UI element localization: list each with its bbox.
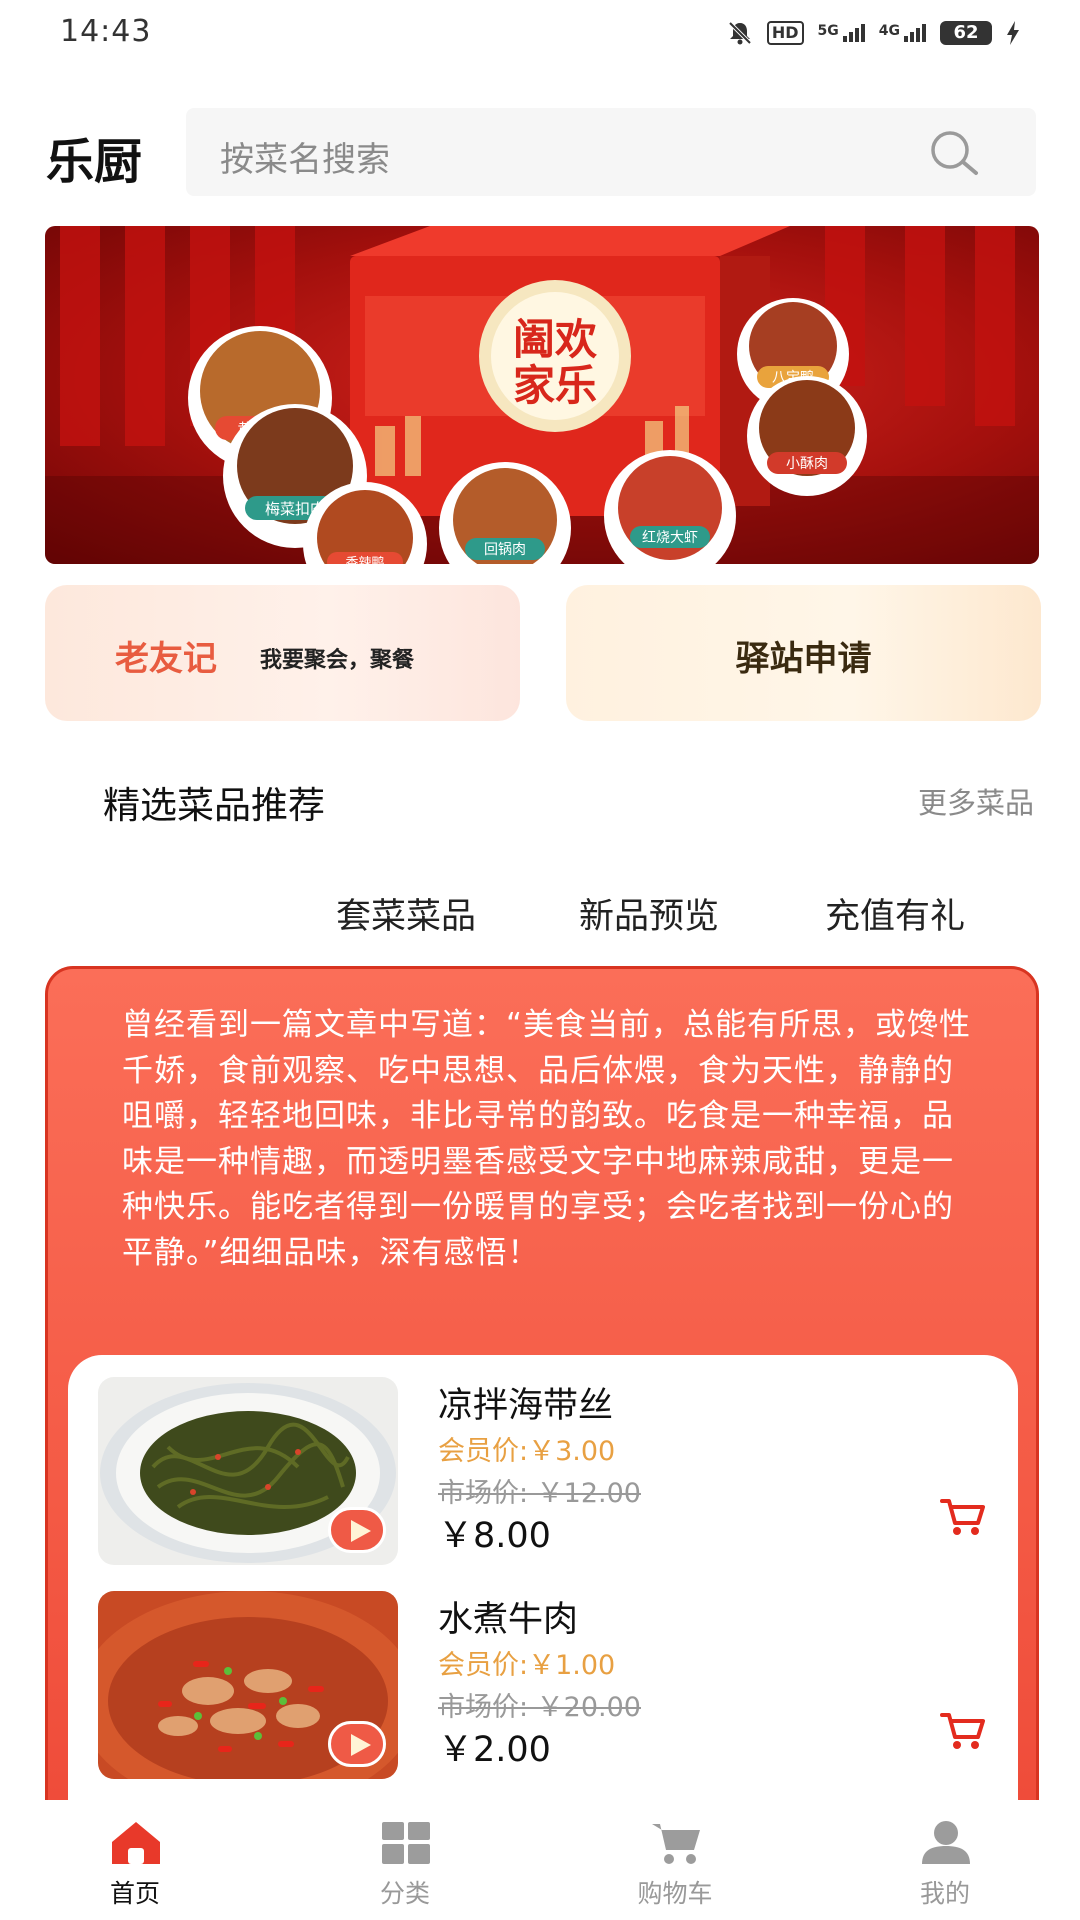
svg-text:红烧大虾: 红烧大虾 bbox=[642, 530, 698, 546]
signal-5g-icon: 5G bbox=[818, 24, 865, 42]
banner-illustration: 阖欢 家乐 黄焖鸡 梅菜扣肉 bbox=[45, 226, 1039, 564]
user-icon bbox=[922, 1821, 970, 1864]
promo-banner[interactable]: 阖欢 家乐 黄焖鸡 梅菜扣肉 bbox=[45, 226, 1039, 564]
svg-text:香辣鸭: 香辣鸭 bbox=[345, 556, 384, 564]
hd-icon: HD bbox=[766, 21, 804, 45]
play-video-icon[interactable] bbox=[328, 1721, 386, 1767]
friends-gathering-title: 老友记 bbox=[115, 639, 217, 679]
home-icon bbox=[112, 1822, 160, 1864]
product-image[interactable] bbox=[98, 1377, 398, 1565]
charging-icon bbox=[1007, 21, 1019, 45]
friends-gathering-subtitle: 我要聚会，聚餐 bbox=[260, 648, 415, 673]
tab-recharge-gift[interactable]: 充值有礼 bbox=[825, 888, 965, 939]
product-price: ￥8.00 bbox=[438, 1516, 551, 1556]
grid-icon bbox=[382, 1822, 430, 1864]
svg-text:小酥肉: 小酥肉 bbox=[786, 456, 828, 472]
battery-icon: 62 bbox=[940, 21, 992, 45]
mute-bell-icon bbox=[728, 21, 752, 45]
product-image[interactable] bbox=[98, 1591, 398, 1779]
friends-gathering-card[interactable]: 老友记 我要聚会，聚餐 bbox=[45, 585, 520, 721]
market-price: 市场价: ￥12.00 bbox=[438, 1478, 641, 1509]
nav-home[interactable]: 首页 bbox=[0, 1800, 270, 1920]
market-price: 市场价: ￥20.00 bbox=[438, 1692, 641, 1723]
search-placeholder: 按菜名搜索 bbox=[220, 140, 390, 180]
banner-box-text-1: 阖欢 bbox=[513, 315, 598, 364]
nav-mine-label: 我的 bbox=[919, 1879, 970, 1908]
svg-text:回锅肉: 回锅肉 bbox=[484, 542, 526, 558]
product-name: 水煮牛肉 bbox=[438, 1600, 579, 1640]
product-name: 凉拌海带丝 bbox=[438, 1386, 614, 1426]
cart-icon bbox=[652, 1824, 700, 1864]
banner-box-text-2: 家乐 bbox=[513, 361, 597, 410]
banner-bowl-4: 小酥肉 bbox=[747, 376, 867, 496]
nav-category[interactable]: 分类 bbox=[270, 1800, 540, 1920]
play-video-icon[interactable] bbox=[328, 1507, 386, 1553]
add-to-cart-icon[interactable] bbox=[940, 1497, 986, 1537]
member-price: 会员价:￥3.00 bbox=[438, 1436, 616, 1467]
station-apply-card[interactable]: 驿站申请 bbox=[566, 585, 1041, 721]
header: 乐厨 按菜名搜索 bbox=[0, 106, 1080, 196]
nav-home-label: 首页 bbox=[109, 1879, 160, 1908]
station-apply-title: 驿站申请 bbox=[735, 639, 872, 679]
food-quote: 曾经看到一篇文章中写道：“美食当前，总能有所思，或馋性千娇，食前观察、吃中思想、… bbox=[122, 1007, 972, 1271]
tab-new-preview[interactable]: 新品预览 bbox=[579, 888, 719, 939]
recommend-panel: 曾经看到一篇文章中写道：“美食当前，总能有所思，或馋性千娇，食前观察、吃中思想、… bbox=[45, 966, 1039, 1846]
add-to-cart-icon[interactable] bbox=[940, 1711, 986, 1751]
nav-mine[interactable]: 我的 bbox=[810, 1800, 1080, 1920]
product-item[interactable]: 凉拌海带丝 会员价:￥3.00 市场价: ￥12.00 ￥8.00 bbox=[98, 1377, 998, 1567]
search-icon[interactable] bbox=[926, 128, 982, 178]
status-icons: HD 5G 4G 62 bbox=[727, 18, 1020, 48]
bottom-nav: 首页 分类 购物车 我的 bbox=[0, 1800, 1080, 1920]
status-time: 14:43 bbox=[60, 14, 152, 49]
app-screen: 14:43 HD 5G 4G 62 乐厨 按菜名搜索 阖欢 家乐 梅菜扣肉 小酥… bbox=[0, 0, 1080, 1920]
product-list: 凉拌海带丝 会员价:￥3.00 市场价: ￥12.00 ￥8.00 水煮牛肉 会… bbox=[68, 1355, 1018, 1846]
app-title: 乐厨 bbox=[46, 134, 143, 190]
search-input[interactable]: 按菜名搜索 bbox=[186, 108, 1036, 196]
status-bar: 14:43 HD 5G 4G 62 bbox=[0, 0, 1080, 66]
tab-set-dishes[interactable]: 套菜菜品 bbox=[336, 888, 476, 939]
product-item[interactable]: 水煮牛肉 会员价:￥1.00 市场价: ￥20.00 ￥2.00 bbox=[98, 1591, 998, 1781]
section-title: 精选菜品推荐 bbox=[103, 784, 325, 827]
product-price: ￥2.00 bbox=[438, 1730, 551, 1770]
member-price: 会员价:￥1.00 bbox=[438, 1650, 616, 1681]
nav-cart-label: 购物车 bbox=[637, 1879, 713, 1908]
nav-category-label: 分类 bbox=[379, 1879, 430, 1908]
nav-cart[interactable]: 购物车 bbox=[540, 1800, 810, 1920]
category-tabs: 套菜菜品 新品预览 充值有礼 bbox=[0, 888, 1080, 938]
more-dishes-link[interactable]: 更多菜品 bbox=[918, 780, 1034, 822]
signal-4g-icon: 4G bbox=[879, 24, 926, 42]
